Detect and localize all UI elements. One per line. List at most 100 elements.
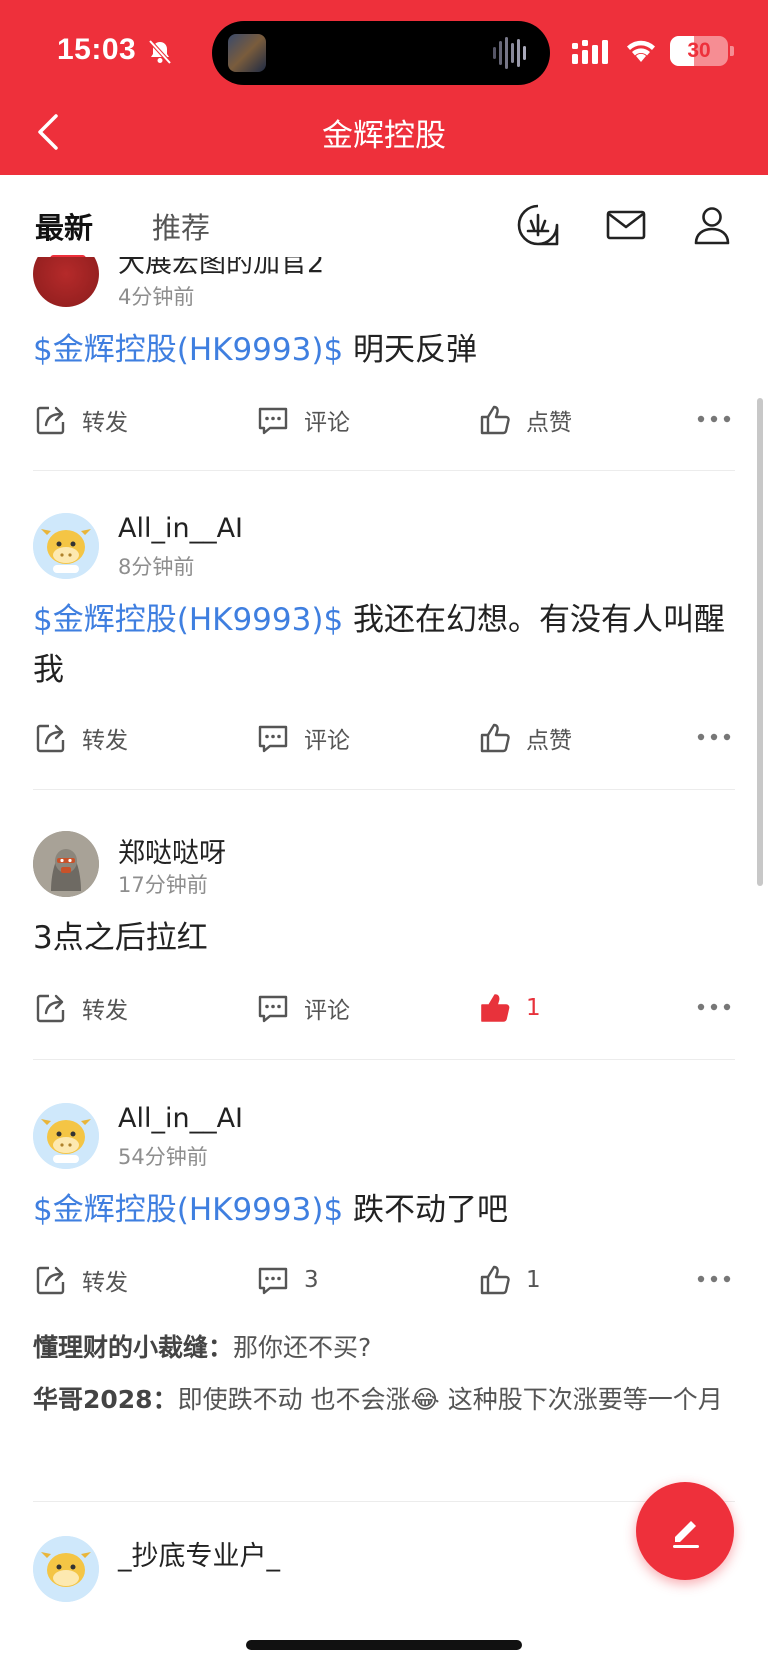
post-username[interactable]: All_in__AI bbox=[118, 1103, 243, 1134]
repost-button[interactable]: 转发 bbox=[34, 988, 128, 1028]
status-bar: 15:03 30 bbox=[0, 0, 768, 100]
thumbs-up-icon bbox=[480, 1265, 510, 1295]
post-actions: 转发 评论 点赞 bbox=[0, 400, 768, 440]
repost-button[interactable]: 转发 bbox=[34, 718, 128, 758]
divider bbox=[33, 1059, 735, 1060]
scrollbar[interactable] bbox=[757, 398, 763, 886]
like-button[interactable]: 1 bbox=[478, 988, 541, 1028]
post-username[interactable]: _抄底专业户_ bbox=[118, 1534, 280, 1573]
divider bbox=[33, 470, 735, 471]
thumbs-up-filled-icon bbox=[481, 994, 510, 1022]
post-time: 54分钟前 bbox=[118, 1145, 208, 1169]
user-icon[interactable] bbox=[690, 203, 734, 247]
top-bar: 15:03 30 金辉控股 bbox=[0, 0, 768, 175]
like-button[interactable]: 点赞 bbox=[478, 718, 572, 758]
status-time: 15:03 bbox=[57, 33, 137, 66]
comment-button[interactable]: 评论 bbox=[256, 718, 350, 758]
post-username[interactable]: 郑哒哒呀 bbox=[118, 831, 226, 870]
thumbs-up-icon bbox=[480, 405, 510, 435]
post-text: 明天反弹 bbox=[343, 332, 478, 368]
post-username[interactable]: 大展宏图的加官2 bbox=[118, 257, 324, 280]
post-content[interactable]: $金辉控股(HK9993)$ 跌不动了吧 bbox=[33, 1185, 733, 1235]
avatar[interactable] bbox=[33, 831, 99, 897]
comment-count: 3 bbox=[304, 1267, 319, 1293]
post-time: 17分钟前 bbox=[118, 873, 208, 897]
post-content[interactable]: 3点之后拉红 bbox=[33, 913, 733, 963]
comment-button[interactable]: 评论 bbox=[256, 400, 350, 440]
tab-bar: 最新 推荐 bbox=[0, 175, 768, 262]
like-count: 1 bbox=[526, 995, 541, 1021]
reply-username[interactable]: 华哥2028： bbox=[33, 1385, 178, 1414]
stock-tag-link[interactable]: $金辉控股(HK9993)$ bbox=[33, 332, 343, 368]
cow-avatar-icon bbox=[33, 1536, 99, 1602]
comment-icon bbox=[258, 407, 288, 435]
avatar[interactable] bbox=[33, 257, 99, 307]
like-button[interactable]: 1 bbox=[478, 1260, 541, 1300]
battery-level: 30 bbox=[687, 39, 711, 62]
comment-icon bbox=[258, 1267, 288, 1295]
repost-label: 转发 bbox=[82, 410, 128, 436]
share-icon bbox=[36, 406, 65, 435]
like-count: 1 bbox=[526, 1267, 541, 1293]
stock-tag-link[interactable]: $金辉控股(HK9993)$ bbox=[33, 602, 343, 638]
compose-button[interactable] bbox=[636, 1482, 734, 1580]
comment-button[interactable]: 评论 bbox=[256, 988, 350, 1028]
post-feed[interactable]: 大展宏图的加官2 4分钟前 $金辉控股(HK9993)$ 明天反弹 转发 评论 … bbox=[0, 257, 768, 1665]
reply-item[interactable]: 华哥2028：即使跌不动 也不会涨😂 这种股下次涨要等一个月 bbox=[33, 1377, 733, 1423]
cellular-signal-icon bbox=[572, 40, 608, 64]
reply-text: 即使跌不动 也不会涨😂 这种股下次涨要等一个月 bbox=[177, 1385, 723, 1414]
wifi-icon bbox=[627, 40, 655, 62]
reply-item[interactable]: 懂理财的小裁缝：那你还不买? bbox=[33, 1325, 733, 1371]
reply-text: 那你还不买? bbox=[233, 1333, 372, 1362]
avatar[interactable] bbox=[33, 513, 99, 579]
like-button[interactable]: 点赞 bbox=[478, 400, 572, 440]
avatar[interactable] bbox=[33, 1103, 99, 1169]
post-content[interactable]: $金辉控股(HK9993)$ 我还在幻想。有没有人叫醒我 bbox=[33, 595, 733, 695]
repost-label: 转发 bbox=[82, 1270, 128, 1296]
tab-recommended[interactable]: 推荐 bbox=[152, 205, 210, 247]
share-icon bbox=[36, 994, 65, 1023]
cow-avatar-icon bbox=[33, 513, 99, 579]
leaf-badge-icon[interactable] bbox=[516, 203, 560, 247]
home-indicator[interactable] bbox=[246, 1640, 522, 1650]
stock-tag-link[interactable]: $金辉控股(HK9993)$ bbox=[33, 1192, 343, 1228]
repost-button[interactable]: 转发 bbox=[34, 400, 128, 440]
post-actions: 转发 评论 1 bbox=[0, 988, 768, 1028]
divider bbox=[33, 789, 735, 790]
thumbs-up-icon bbox=[480, 723, 510, 753]
divider bbox=[33, 1501, 735, 1502]
post-time: 8分钟前 bbox=[118, 555, 195, 579]
dynamic-island bbox=[212, 21, 550, 85]
mail-icon[interactable] bbox=[604, 203, 648, 247]
waveform-icon bbox=[493, 37, 526, 69]
tab-latest[interactable]: 最新 bbox=[35, 205, 93, 247]
post-text: 3点之后拉红 bbox=[33, 920, 208, 956]
comment-icon bbox=[258, 995, 288, 1023]
like-label: 点赞 bbox=[526, 410, 572, 436]
share-icon bbox=[36, 724, 65, 753]
post-time: 4分钟前 bbox=[118, 285, 195, 309]
more-icon[interactable] bbox=[696, 414, 732, 424]
knight-avatar-icon bbox=[33, 831, 99, 897]
comment-button[interactable]: 3 bbox=[256, 1260, 319, 1300]
cow-avatar-icon bbox=[33, 1103, 99, 1169]
more-icon[interactable] bbox=[696, 1002, 732, 1012]
post-content[interactable]: $金辉控股(HK9993)$ 明天反弹 bbox=[33, 325, 733, 375]
reply-username[interactable]: 懂理财的小裁缝： bbox=[33, 1333, 233, 1362]
pen-icon bbox=[673, 1521, 699, 1548]
more-icon[interactable] bbox=[696, 1274, 732, 1284]
repost-button[interactable]: 转发 bbox=[34, 1260, 128, 1300]
bell-off-icon bbox=[148, 39, 172, 65]
post-actions: 转发 评论 点赞 bbox=[0, 718, 768, 758]
comment-label: 评论 bbox=[304, 998, 350, 1024]
more-icon[interactable] bbox=[696, 732, 732, 742]
page-title: 金辉控股 bbox=[322, 118, 446, 154]
post-actions: 转发 3 1 bbox=[0, 1260, 768, 1300]
comment-label: 评论 bbox=[304, 728, 350, 754]
share-icon bbox=[36, 1266, 65, 1295]
like-label: 点赞 bbox=[526, 728, 572, 754]
now-playing-thumbnail bbox=[228, 34, 266, 72]
avatar[interactable] bbox=[33, 1536, 99, 1602]
post-username[interactable]: All_in__AI bbox=[118, 513, 243, 544]
repost-label: 转发 bbox=[82, 728, 128, 754]
